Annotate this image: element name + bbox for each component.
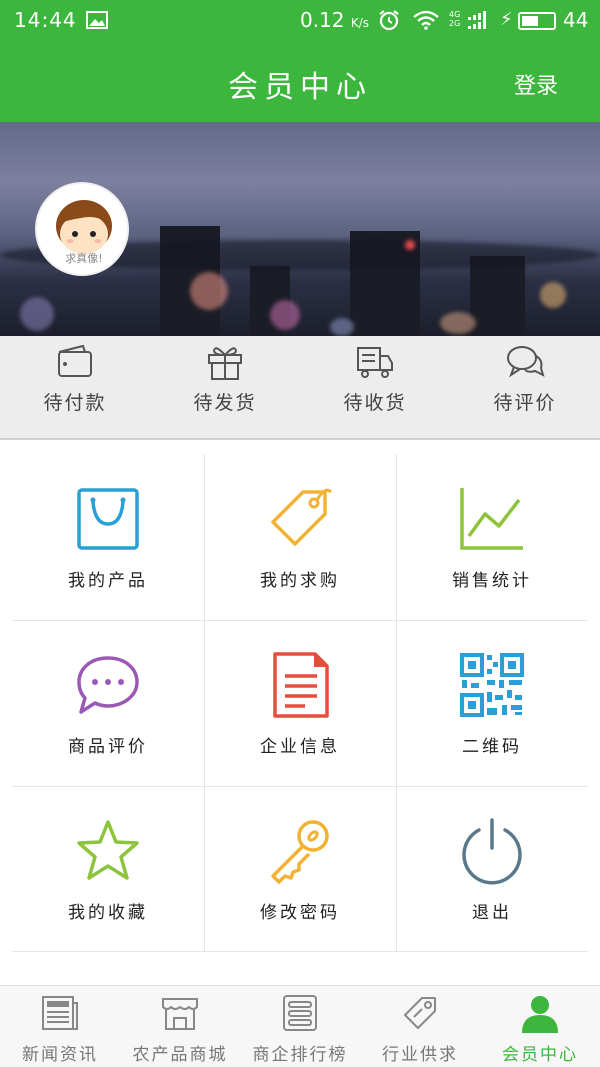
battery-icon	[518, 12, 556, 30]
menu-product-reviews[interactable]: 商品评价	[12, 620, 204, 786]
tag-icon	[271, 488, 333, 546]
tab-label: 农产品商城	[132, 1045, 228, 1065]
menu-label: 修改密码	[260, 903, 340, 923]
tab-supply-demand[interactable]: 行业供求	[360, 986, 480, 1067]
alarm-icon	[379, 10, 399, 31]
menu-my-favorites[interactable]: 我的收藏	[12, 786, 204, 952]
image-notification-icon	[86, 11, 108, 29]
menu-logout[interactable]: 退出	[396, 786, 588, 952]
status-time: 14:44	[14, 8, 77, 32]
status-bar: 14:44 0.12 K/s 4G 2G ⚡ 44	[0, 0, 600, 40]
tab-label: 新闻资讯	[22, 1045, 98, 1065]
tab-member-center[interactable]: 会员中心	[480, 986, 600, 1067]
order-pending-receipt[interactable]: 待收货	[300, 336, 450, 440]
store-icon	[162, 998, 198, 1030]
login-button[interactable]: 登录	[514, 68, 558, 100]
member-menu-grid: 我的产品 我的求购 销售统计 商品评价 企业信息 二维码 我的收藏 修改密码 退…	[12, 454, 588, 952]
price-tag-icon	[404, 997, 436, 1029]
tab-label: 行业供求	[382, 1045, 458, 1065]
order-label: 待发货	[193, 392, 257, 414]
avatar[interactable]: 求真像!	[35, 182, 129, 276]
tab-ranking[interactable]: 商企排行榜	[240, 986, 360, 1067]
qr-code-icon	[460, 653, 524, 717]
order-pending-payment[interactable]: 待付款	[0, 336, 150, 440]
truck-icon	[357, 347, 393, 378]
wallet-icon	[58, 344, 92, 377]
menu-label: 商品评价	[68, 737, 148, 757]
order-label: 待付款	[43, 392, 107, 414]
menu-label: 我的收藏	[68, 903, 148, 923]
menu-label: 销售统计	[452, 571, 532, 591]
chat-icon	[507, 346, 545, 378]
page-title: 会员中心	[228, 70, 372, 105]
menu-my-requests[interactable]: 我的求购	[204, 454, 396, 620]
menu-sales-stats[interactable]: 销售统计	[396, 454, 588, 620]
avatar-caption: 求真像!	[65, 252, 103, 265]
charging-icon: ⚡	[500, 9, 513, 30]
menu-change-password[interactable]: 修改密码	[204, 786, 396, 952]
order-label: 待评价	[493, 392, 557, 414]
comment-icon	[77, 656, 139, 714]
star-icon	[77, 820, 139, 880]
order-label: 待收货	[343, 392, 407, 414]
gift-icon	[208, 347, 242, 380]
news-icon	[42, 996, 78, 1030]
menu-label: 我的产品	[68, 571, 148, 591]
menu-qr-code[interactable]: 二维码	[396, 620, 588, 786]
power-icon	[462, 818, 522, 885]
menu-company-info[interactable]: 企业信息	[204, 620, 396, 786]
app-header: 会员中心 登录	[0, 40, 600, 122]
tab-store[interactable]: 农产品商城	[120, 986, 240, 1067]
bottom-tab-bar: 新闻资讯 农产品商城 商企排行榜 行业供求 会员中心	[0, 985, 600, 1067]
order-pending-review[interactable]: 待评价	[450, 336, 600, 440]
network-type: 4G 2G	[449, 10, 461, 28]
shopping-bag-icon	[77, 488, 139, 550]
menu-label: 退出	[472, 903, 512, 923]
wifi-icon	[413, 10, 439, 30]
tab-label: 商企排行榜	[252, 1045, 348, 1065]
user-icon	[522, 996, 558, 1033]
key-icon	[271, 820, 329, 884]
menu-label: 我的求购	[260, 571, 340, 591]
tab-news[interactable]: 新闻资讯	[0, 986, 120, 1067]
list-icon	[283, 995, 317, 1031]
menu-label: 二维码	[462, 737, 522, 757]
tab-label: 会员中心	[502, 1045, 578, 1065]
order-pending-shipment[interactable]: 待发货	[150, 336, 300, 440]
battery-level: 44	[563, 8, 589, 32]
order-status-bar: 待付款 待发货 待收货 待评价	[0, 336, 600, 440]
menu-my-products[interactable]: 我的产品	[12, 454, 204, 620]
signal-icon	[468, 11, 486, 29]
document-icon	[273, 652, 329, 718]
network-speed: 0.12 K/s	[300, 8, 370, 32]
line-chart-icon	[460, 488, 523, 550]
menu-label: 企业信息	[260, 737, 340, 757]
